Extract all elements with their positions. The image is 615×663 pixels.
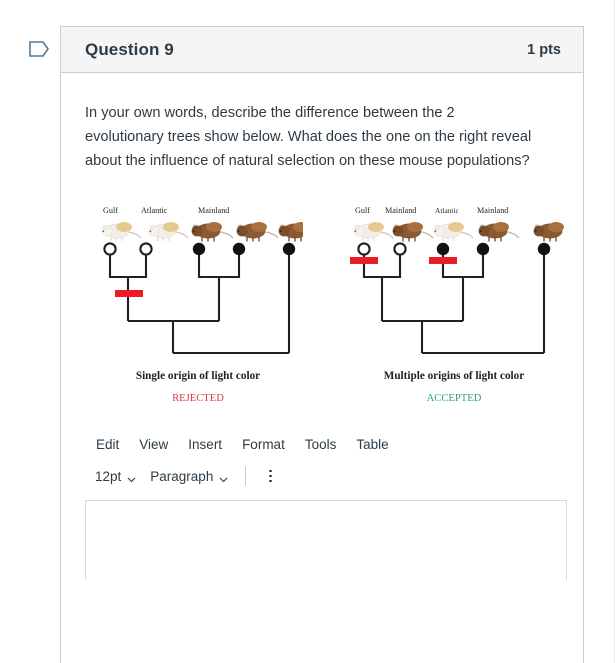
right-mouse-5-dark bbox=[533, 222, 564, 242]
chevron-down-icon bbox=[127, 472, 136, 482]
page-title: Question 9 bbox=[85, 39, 174, 59]
answer-input[interactable] bbox=[85, 500, 567, 580]
left-mouse-2-light bbox=[148, 222, 189, 241]
left-node-5-filled bbox=[282, 242, 296, 256]
right-mouse-4-dark bbox=[478, 222, 520, 242]
right-tip-label-mainland-2: Mainland bbox=[477, 206, 508, 215]
left-tree-verdict: REJECTED bbox=[172, 393, 224, 404]
right-node-2-open bbox=[393, 242, 407, 256]
left-node-2-open bbox=[139, 242, 153, 256]
left-node-4-filled bbox=[232, 242, 246, 256]
left-mouse-1-light bbox=[101, 222, 142, 241]
left-tip-label-mainland: Mainland bbox=[198, 206, 229, 215]
rich-text-editor: Edit View Insert Format Tools Table 12pt bbox=[85, 431, 567, 580]
menu-item-format[interactable]: Format bbox=[241, 435, 286, 454]
kebab-menu-icon[interactable] bbox=[263, 467, 278, 486]
left-tip-label-gulf: Gulf bbox=[103, 206, 118, 215]
left-mouse-3-dark bbox=[191, 222, 234, 242]
menu-item-view[interactable]: View bbox=[138, 435, 169, 454]
right-red-bar-1 bbox=[350, 257, 378, 264]
right-node-1-open bbox=[357, 242, 371, 256]
block-format-value: Paragraph bbox=[150, 468, 214, 484]
menu-item-edit[interactable]: Edit bbox=[95, 435, 120, 454]
right-evolutionary-tree: Gulf Mainland Atlantic Mainland Multiple… bbox=[350, 206, 564, 404]
right-node-4-filled bbox=[476, 242, 490, 256]
font-size-dropdown[interactable]: 12pt bbox=[95, 469, 136, 484]
editor-toolbar: 12pt Paragraph bbox=[85, 454, 567, 496]
question-card: Question 9 1 pts In your own words, desc… bbox=[60, 26, 584, 663]
chevron-down-icon bbox=[219, 472, 228, 482]
left-node-1-open bbox=[103, 242, 117, 256]
flag-outline-icon[interactable] bbox=[28, 38, 50, 60]
left-evolutionary-tree: Gulf Atlantic Mainland Single origin of … bbox=[101, 206, 303, 404]
question-flag-gutter bbox=[0, 0, 60, 663]
right-node-3-filled bbox=[436, 242, 450, 256]
question-header: Question 9 1 pts bbox=[61, 27, 583, 73]
left-tip-label-atlantic: Atlantic bbox=[141, 206, 168, 215]
menu-item-table[interactable]: Table bbox=[355, 435, 389, 454]
toolbar-divider bbox=[245, 466, 247, 486]
left-mouse-4-dark bbox=[236, 222, 279, 242]
right-tree-caption: Multiple origins of light color bbox=[384, 370, 524, 382]
right-red-bar-2 bbox=[429, 257, 457, 264]
menu-item-tools[interactable]: Tools bbox=[304, 435, 338, 454]
left-node-3-filled bbox=[192, 242, 206, 256]
left-mouse-5-dark bbox=[278, 222, 303, 242]
font-size-value: 12pt bbox=[95, 468, 122, 484]
right-mouse-1-light bbox=[353, 222, 394, 241]
right-node-5-filled bbox=[537, 242, 551, 256]
evolutionary-trees-figure: Gulf Atlantic Mainland Single origin of … bbox=[85, 201, 567, 409]
right-tip-label-mainland-1: Mainland bbox=[385, 206, 416, 215]
left-tree-caption: Single origin of light color bbox=[136, 370, 260, 382]
right-tree-verdict: ACCEPTED bbox=[427, 393, 482, 404]
question-points: 1 pts bbox=[527, 41, 561, 58]
right-tip-label-atlantic: Atlantic bbox=[435, 206, 460, 215]
menu-item-insert[interactable]: Insert bbox=[187, 435, 223, 454]
block-format-dropdown[interactable]: Paragraph bbox=[150, 469, 228, 484]
question-prompt-text: In your own words, describe the differen… bbox=[85, 105, 532, 169]
right-mouse-3-light bbox=[433, 222, 474, 241]
question-body: In your own words, describe the differen… bbox=[61, 73, 583, 580]
right-mouse-2-dark bbox=[392, 222, 434, 242]
editor-menubar: Edit View Insert Format Tools Table bbox=[85, 431, 567, 454]
left-red-bar-1 bbox=[115, 290, 143, 297]
right-tip-label-gulf: Gulf bbox=[355, 206, 370, 215]
